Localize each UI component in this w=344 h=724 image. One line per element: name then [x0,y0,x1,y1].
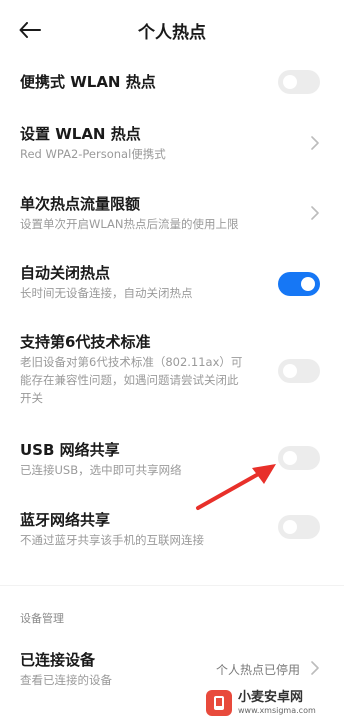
usb-tethering-toggle[interactable] [278,446,320,470]
setting-subtitle: 设置单次开启WLAN热点后流量的使用上限 [20,217,239,231]
setting-wifi6-standard[interactable]: 支持第6代技术标准 老旧设备对第6代技术标准（802.11ax）可 能存在兼容性… [20,332,274,407]
setting-title: USB 网络共享 [20,441,120,459]
page-title: 个人热点 [138,23,206,43]
red-arrow-icon [196,464,276,510]
setting-bluetooth-tethering[interactable]: 蓝牙网络共享 不通过蓝牙共享该手机的互联网连接 [20,510,322,549]
section-label-device-management: 设备管理 [20,612,64,625]
setting-subtitle: 不通过蓝牙共享该手机的互联网连接 [20,533,204,547]
subtitle-line: 能存在兼容性问题，如遇问题请尝试关闭此 [20,373,239,387]
setting-title: 支持第6代技术标准 [20,333,151,351]
setting-portable-wlan-hotspot[interactable]: 便携式 WLAN 热点 [20,72,322,92]
setting-title: 设置 WLAN 热点 [20,125,141,143]
bluetooth-tethering-toggle[interactable] [278,515,320,539]
setting-subtitle: 老旧设备对第6代技术标准（802.11ax）可 能存在兼容性问题，如遇问题请尝试… [20,353,274,407]
portable-hotspot-toggle[interactable] [278,70,320,94]
watermark-name: 小麦安卓网 [238,690,304,705]
setting-subtitle: 长时间无设备连接，自动关闭热点 [20,286,193,300]
subtitle-line: 老旧设备对第6代技术标准（802.11ax）可 [20,355,243,369]
chevron-right-icon [311,661,319,675]
chevron-right-icon [311,136,319,150]
hotspot-status-value: 个人热点已停用 [215,663,300,677]
toggle-knob [283,75,297,89]
setting-title: 便携式 WLAN 热点 [20,73,156,91]
toggle-knob [301,277,315,291]
wifi6-toggle[interactable] [278,359,320,383]
setting-title: 单次热点流量限额 [20,195,141,213]
setting-hotspot-data-limit[interactable]: 单次热点流量限额 设置单次开启WLAN热点后流量的使用上限 [20,194,322,233]
auto-off-toggle[interactable] [278,272,320,296]
watermark-logo-icon [206,690,232,716]
setting-subtitle: Red WPA2-Personal便携式 [20,147,166,161]
setting-title: 自动关闭热点 [20,264,111,282]
watermark: 小麦安卓网 www.xmsigma.com [206,686,338,720]
setting-auto-off-hotspot[interactable]: 自动关闭热点 长时间无设备连接，自动关闭热点 [20,263,322,302]
setting-title: 蓝牙网络共享 [20,511,111,529]
section-divider [0,585,344,586]
toggle-knob [283,451,297,465]
toggle-knob [283,364,297,378]
subtitle-line: 开关 [20,391,43,405]
watermark-url: www.xmsigma.com [238,706,316,715]
chevron-right-icon [311,206,319,220]
setting-configure-wlan-hotspot[interactable]: 设置 WLAN 热点 Red WPA2-Personal便携式 [20,124,322,163]
toggle-knob [283,520,297,534]
header: 个人热点 [0,0,344,58]
